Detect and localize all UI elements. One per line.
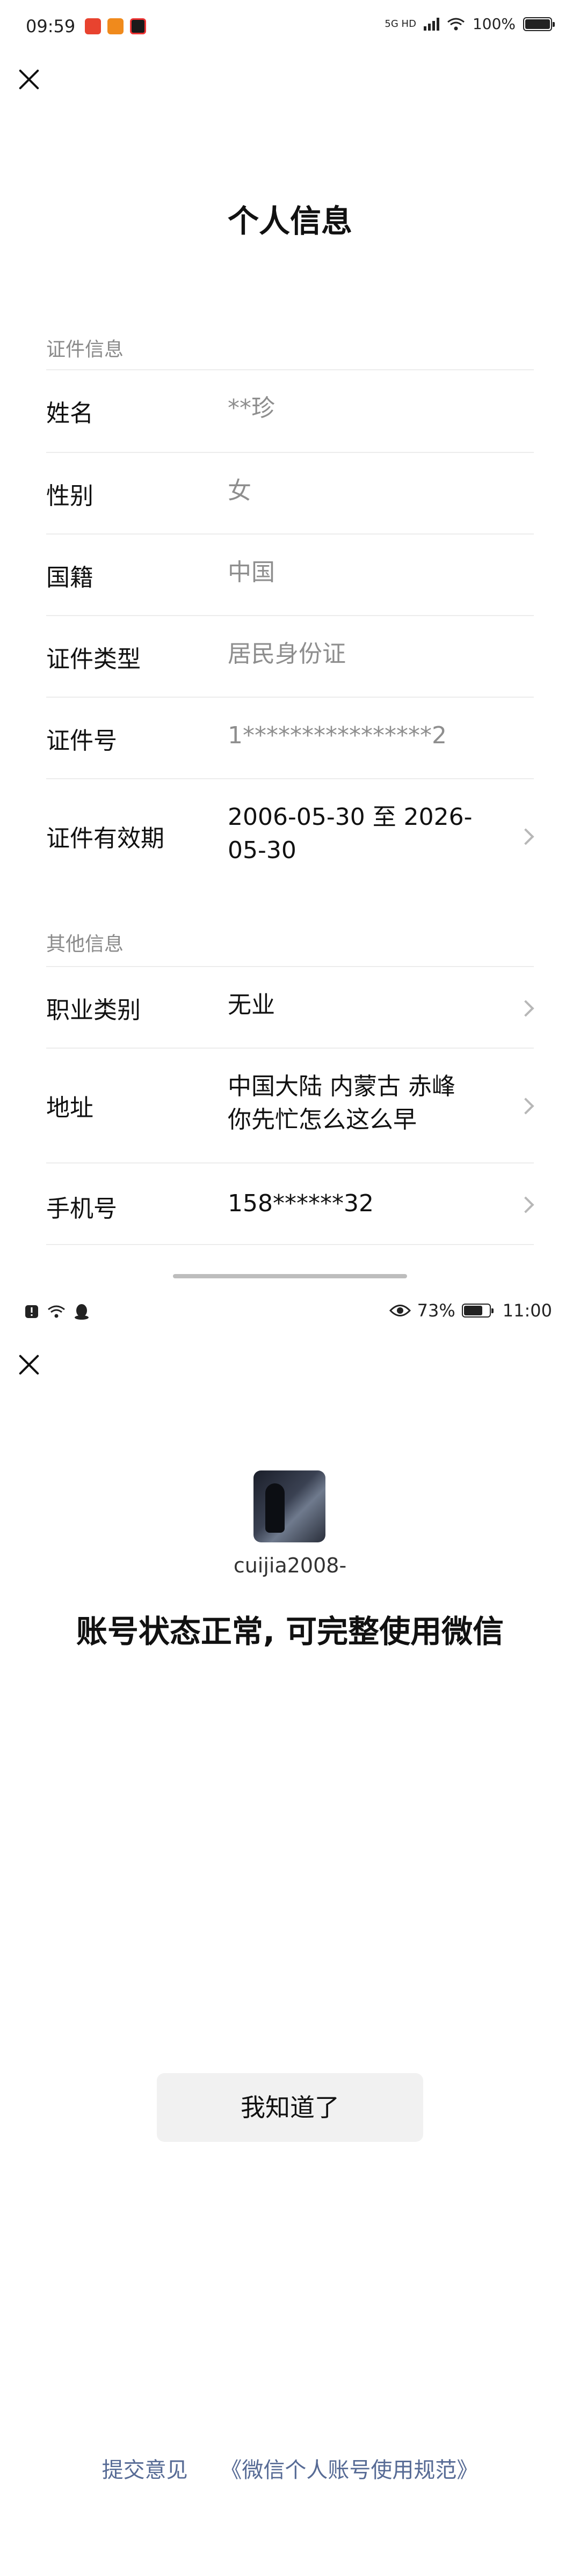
row-value: 1****************2 xyxy=(228,722,447,749)
row-value: 2006-05-30 至 2026-05-30 xyxy=(228,803,473,864)
info-row-id-number: 证件号 1****************2 xyxy=(46,697,534,778)
feedback-link[interactable]: 提交意见 xyxy=(102,2458,188,2483)
status-bar: 73% 11:00 xyxy=(0,1285,580,1339)
row-value: 无业 xyxy=(228,991,275,1019)
status-time: 09:59 xyxy=(26,16,76,36)
section-label-id-info: 证件信息 xyxy=(46,339,124,361)
chevron-right-icon xyxy=(517,1196,534,1213)
row-label: 手机号 xyxy=(46,1195,117,1223)
app-notification-icon xyxy=(85,18,101,34)
account-status-message: 账号状态正常, 可完整使用微信 xyxy=(76,1613,504,1650)
wifi-icon xyxy=(447,18,465,30)
app-notification-icon xyxy=(107,18,124,34)
battery-percent: 73% xyxy=(417,1300,455,1321)
info-row-name: 姓名 **珍 xyxy=(46,369,534,452)
chevron-right-icon xyxy=(517,1097,534,1115)
usage-rules-link[interactable]: 《微信个人账号使用规范》 xyxy=(220,2458,478,2483)
status-time: 11:00 xyxy=(502,1300,552,1321)
username: cuijia2008- xyxy=(233,1554,347,1577)
page-title: 个人信息 xyxy=(227,203,352,239)
info-row-id-type: 证件类型 居民身份证 xyxy=(46,615,534,697)
acknowledge-button[interactable]: 我知道了 xyxy=(157,2073,423,2142)
row-value: **珍 xyxy=(228,394,275,422)
row-value: 女 xyxy=(228,477,251,504)
status-right: 73% 11:00 xyxy=(389,1300,552,1321)
chevron-right-icon xyxy=(517,828,534,845)
info-row-id-validity[interactable]: 证件有效期 2006-05-30 至 2026-05-30 xyxy=(46,778,534,893)
close-button[interactable] xyxy=(13,63,45,96)
info-row-phone[interactable]: 手机号 158******32 xyxy=(46,1162,534,1245)
chevron-right-icon xyxy=(517,1000,534,1017)
avatar xyxy=(253,1470,325,1542)
eye-icon xyxy=(389,1305,411,1316)
row-value: 居民身份证 xyxy=(228,640,346,668)
status-bar: 09:59 5G HD 100% xyxy=(0,0,580,54)
info-row-occupation[interactable]: 职业类别 无业 xyxy=(46,966,534,1048)
alert-icon xyxy=(25,1305,38,1318)
row-label: 姓名 xyxy=(46,400,93,427)
row-label: 国籍 xyxy=(46,564,93,591)
battery-icon xyxy=(523,17,555,31)
row-label: 证件号 xyxy=(46,727,117,755)
info-row-gender: 性别 女 xyxy=(46,452,534,533)
info-row-nationality: 国籍 中国 xyxy=(46,533,534,615)
account-status-screen: 73% 11:00 cuijia2008- 账号状态正常, 可完整使用微信 我知… xyxy=(0,1285,580,2576)
row-label: 职业类别 xyxy=(46,997,141,1024)
status-right: 5G HD 100% xyxy=(385,15,555,33)
home-indicator[interactable] xyxy=(173,1274,407,1278)
signal-icon xyxy=(423,17,439,31)
row-label: 证件有效期 xyxy=(46,825,164,852)
wifi-icon xyxy=(48,1305,65,1318)
network-type-label: 5G HD xyxy=(385,18,416,30)
status-left xyxy=(25,1304,89,1320)
row-label: 证件类型 xyxy=(46,646,141,673)
info-row-address[interactable]: 地址 中国大陆 内蒙古 赤峰 你先忙怎么这么早 xyxy=(46,1048,534,1162)
row-value: 中国 xyxy=(228,559,275,586)
battery-percent: 100% xyxy=(472,15,516,33)
section-label-other-info: 其他信息 xyxy=(46,933,124,955)
close-button[interactable] xyxy=(13,1349,45,1381)
app-notification-icon xyxy=(130,18,146,34)
row-value: 中国大陆 内蒙古 赤峰 你先忙怎么这么早 xyxy=(228,1073,455,1133)
row-label: 性别 xyxy=(46,482,93,510)
notification-icons xyxy=(85,18,146,34)
footer-links: 提交意见 《微信个人账号使用规范》 xyxy=(0,2453,580,2484)
penguin-app-icon xyxy=(75,1304,89,1320)
row-value: 158******32 xyxy=(228,1190,374,1217)
personal-info-screen: 09:59 5G HD 100% 个人信息 证件信息 姓名 **珍 性别 女 国… xyxy=(0,0,580,1285)
battery-icon xyxy=(461,1304,494,1318)
row-label: 地址 xyxy=(46,1094,93,1122)
